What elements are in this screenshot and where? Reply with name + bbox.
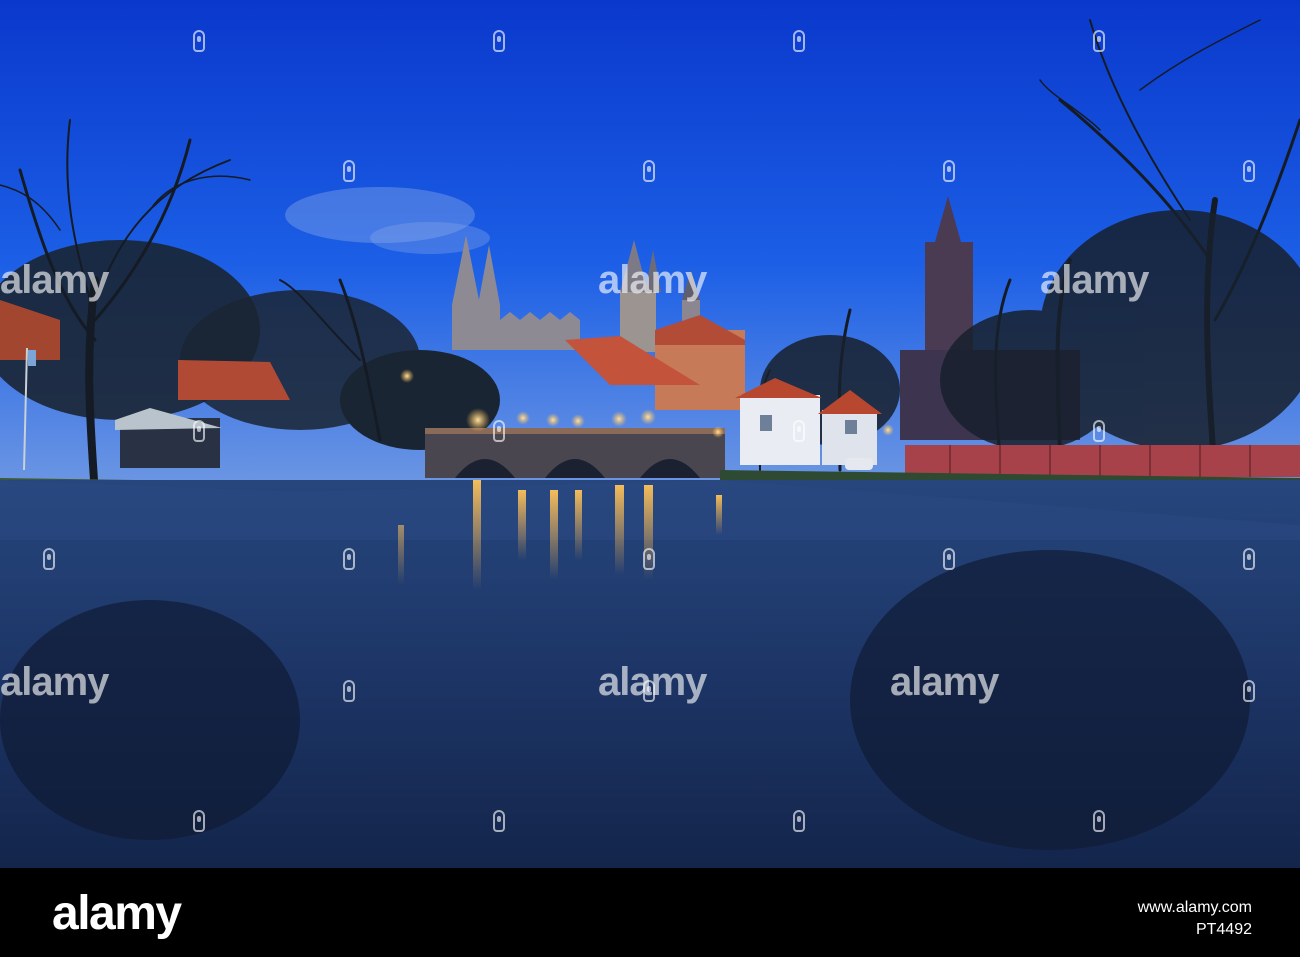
watermark-icon: [343, 680, 355, 702]
watermark-icon: [193, 420, 205, 442]
watermark-icon: [493, 810, 505, 832]
alamy-logo: alamy: [52, 887, 182, 940]
stone-bridge: [425, 428, 725, 478]
watermark-icon: [493, 30, 505, 52]
watermark-icon: [1243, 160, 1255, 182]
watermark-icon: [643, 680, 655, 702]
image-info: www.alamy.com PT4492: [1138, 897, 1252, 941]
watermark-icon: [1093, 420, 1105, 442]
watermark-icon: [793, 420, 805, 442]
watermark-text: alamy: [0, 258, 109, 302]
stock-photo-page: alamy alamy alamy alamy alamy alamy alam…: [0, 0, 1300, 957]
watermark-icon: [1243, 680, 1255, 702]
watermark-icon: [43, 548, 55, 570]
watermark-icon: [1243, 548, 1255, 570]
site-url: www.alamy.com: [1137, 899, 1252, 916]
footer-bar: [0, 868, 1300, 957]
watermark-text: alamy: [1040, 258, 1149, 302]
watermark-text: alamy: [0, 660, 109, 704]
watermark-text: alamy: [890, 660, 999, 704]
watermark-icon: [943, 548, 955, 570]
watermark-icon: [643, 548, 655, 570]
watermark-icon: [193, 30, 205, 52]
watermark-icon: [793, 30, 805, 52]
watermark-icon: [1093, 810, 1105, 832]
car: [845, 458, 873, 470]
watermark-icon: [1093, 30, 1105, 52]
watermark-icon: [193, 810, 205, 832]
watermark-icon: [343, 160, 355, 182]
watermark-icon: [793, 810, 805, 832]
watermark-icon: [943, 160, 955, 182]
image-id: PT4492: [1195, 921, 1252, 938]
watermark-icon: [643, 160, 655, 182]
watermark-text: alamy: [598, 258, 707, 302]
watermark-icon: [343, 548, 355, 570]
brick-wall: [905, 445, 1300, 477]
watermark-icon: [493, 420, 505, 442]
